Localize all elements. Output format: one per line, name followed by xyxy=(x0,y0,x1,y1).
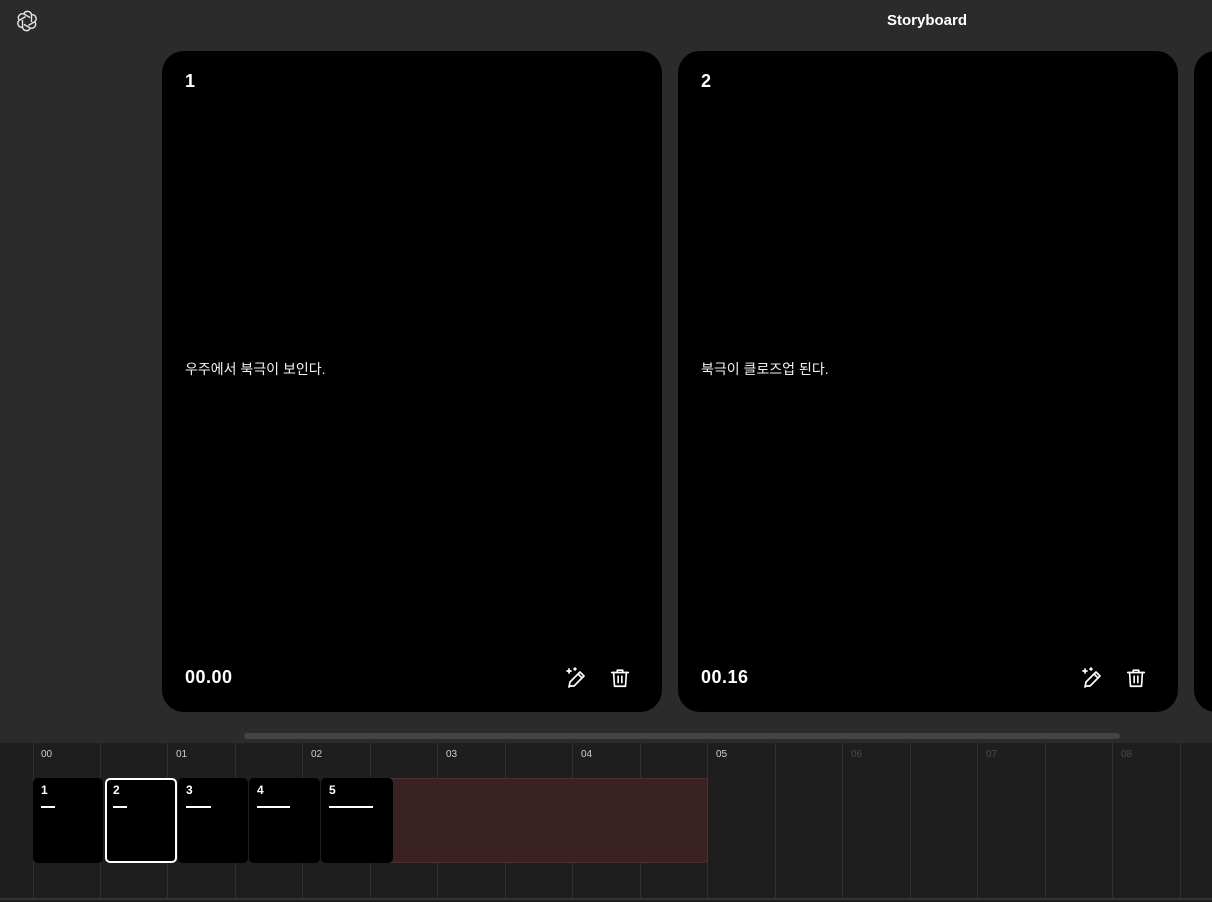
timeline[interactable]: 00 01 02 03 04 05 06 07 08 1 2 3 4 5 xyxy=(0,743,1212,902)
timeline-tick-label: 07 xyxy=(986,749,998,760)
timeline-range[interactable] xyxy=(388,778,708,863)
clip-number: 3 xyxy=(186,783,193,797)
horizontal-scrollbar[interactable] xyxy=(244,733,1120,739)
clip-duration-bar xyxy=(186,806,211,808)
scene-number: 1 xyxy=(185,71,196,91)
trash-icon[interactable] xyxy=(1123,665,1149,691)
timeline-tick xyxy=(842,743,843,899)
timeline-clip[interactable]: 3 xyxy=(178,778,248,863)
timeline-tick xyxy=(910,743,911,899)
timeline-tick xyxy=(775,743,776,899)
timeline-bottom-border xyxy=(0,898,1212,900)
openai-logo-icon[interactable] xyxy=(15,9,39,33)
scene-card[interactable]: 2 북극이 클로즈업 된다. 00.16 xyxy=(678,51,1178,712)
timeline-tick-label: 05 xyxy=(716,749,728,760)
page-title: Storyboard xyxy=(886,12,968,29)
storyboard-app: Storyboard 1 우주에서 북극이 보인다. 00.00 2 북극이 클… xyxy=(0,0,1212,902)
scene-description: 북극이 클로즈업 된다. xyxy=(701,361,829,377)
timeline-tick-label: 06 xyxy=(851,749,863,760)
clip-number: 5 xyxy=(329,783,336,797)
scene-time: 00.16 xyxy=(701,667,749,687)
timeline-tick xyxy=(1045,743,1046,899)
timeline-tick-label: 04 xyxy=(581,749,593,760)
clip-number: 1 xyxy=(41,783,48,797)
clip-number: 4 xyxy=(257,783,264,797)
scene-card[interactable]: 1 우주에서 북극이 보인다. 00.00 xyxy=(162,51,662,712)
clip-duration-bar xyxy=(41,806,55,808)
clip-duration-bar xyxy=(257,806,290,808)
timeline-tick xyxy=(977,743,978,899)
clip-duration-bar xyxy=(329,806,373,808)
scene-description: 우주에서 북극이 보인다. xyxy=(185,361,326,377)
timeline-tick-label: 08 xyxy=(1121,749,1133,760)
magic-pencil-icon[interactable] xyxy=(1079,665,1105,691)
timeline-clip[interactable]: 1 xyxy=(33,778,103,863)
trash-icon[interactable] xyxy=(607,665,633,691)
magic-pencil-icon[interactable] xyxy=(563,665,589,691)
clip-number: 2 xyxy=(113,783,120,797)
timeline-clip-selected[interactable]: 2 xyxy=(105,778,177,863)
timeline-tick-label: 03 xyxy=(446,749,458,760)
timeline-tick xyxy=(1180,743,1181,899)
timeline-tick xyxy=(1112,743,1113,899)
timeline-tick-label: 02 xyxy=(311,749,323,760)
header: Storyboard xyxy=(0,0,1212,44)
scene-card-partial[interactable] xyxy=(1194,51,1212,712)
timeline-clip[interactable]: 5 xyxy=(321,778,393,863)
timeline-tick-label: 00 xyxy=(41,749,53,760)
clip-duration-bar xyxy=(113,806,127,808)
timeline-tick-label: 01 xyxy=(176,749,188,760)
scene-number: 2 xyxy=(701,71,712,91)
timeline-clip[interactable]: 4 xyxy=(249,778,320,863)
scene-cards: 1 우주에서 북극이 보인다. 00.00 2 북극이 클로즈업 된다. 00.… xyxy=(0,51,1212,713)
scene-time: 00.00 xyxy=(185,667,233,687)
